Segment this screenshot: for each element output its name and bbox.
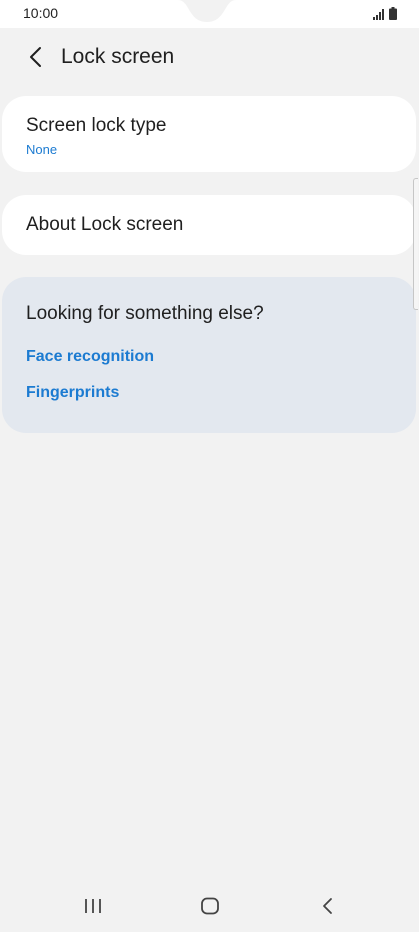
screen-lock-type-item[interactable]: Screen lock type None bbox=[2, 96, 416, 172]
back-icon bbox=[323, 898, 332, 914]
suggestions-title: Looking for something else? bbox=[26, 303, 264, 324]
scrollbar[interactable] bbox=[413, 178, 418, 310]
screen-lock-type-value: None bbox=[26, 142, 58, 157]
recent-apps-icon bbox=[85, 899, 101, 913]
back-button[interactable] bbox=[20, 42, 50, 72]
nav-bar bbox=[0, 878, 419, 932]
back-arrow-icon bbox=[30, 47, 41, 67]
fingerprints-link[interactable]: Fingerprints bbox=[26, 384, 119, 402]
header: Lock screen bbox=[0, 28, 419, 86]
recent-apps-button[interactable] bbox=[78, 892, 108, 920]
page-title: Lock screen bbox=[61, 45, 175, 68]
about-lock-screen-item[interactable]: About Lock screen bbox=[2, 195, 416, 255]
about-lock-screen-title: About Lock screen bbox=[26, 214, 184, 235]
nav-back-button[interactable] bbox=[312, 892, 342, 920]
screen-lock-type-title: Screen lock type bbox=[26, 115, 167, 136]
face-recognition-link[interactable]: Face recognition bbox=[26, 348, 154, 366]
home-button[interactable] bbox=[195, 892, 225, 920]
screen: 10:00 Lock screen Screen lock type None … bbox=[0, 0, 419, 932]
home-icon bbox=[201, 897, 219, 915]
camera-notch bbox=[178, 0, 236, 22]
suggestions-card: Looking for something else? Face recogni… bbox=[2, 277, 416, 433]
